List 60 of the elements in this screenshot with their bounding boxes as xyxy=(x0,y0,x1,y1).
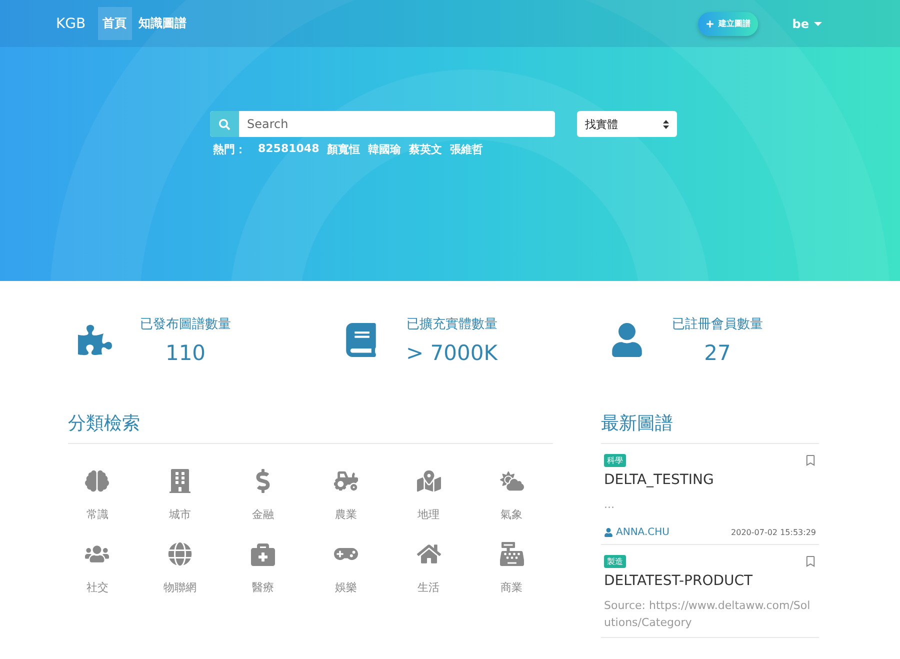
stat-value: 27 xyxy=(704,341,731,365)
nav-link[interactable]: 首頁 xyxy=(98,7,132,40)
hot-term-link[interactable]: 顏寬恒 xyxy=(327,142,360,157)
plus-icon xyxy=(706,20,714,28)
sort-arrows-icon xyxy=(663,120,669,128)
building-icon xyxy=(168,469,192,493)
category-item[interactable]: 社交 xyxy=(56,542,139,595)
category-item[interactable]: 商業 xyxy=(470,542,553,595)
caret-icon xyxy=(814,22,822,26)
globe-icon xyxy=(168,542,192,566)
graph-description: Source: https://www.deltaww.com/Solutions/Category xyxy=(604,598,812,631)
category-item[interactable]: 娛樂 xyxy=(304,542,388,595)
category-item[interactable]: 農業 xyxy=(304,469,388,522)
category-item[interactable]: 物聯網 xyxy=(138,542,222,595)
graph-title[interactable]: DELTATEST-PRODUCT xyxy=(604,573,816,589)
graph-title[interactable]: DELTA_TESTING xyxy=(604,472,816,488)
hot-term-link[interactable]: 張維哲 xyxy=(450,142,484,157)
author-link[interactable]: ANNA.CHU xyxy=(604,527,670,538)
cloud-sun-icon xyxy=(500,469,524,493)
category-item[interactable]: 金融 xyxy=(222,469,304,522)
tractor-icon xyxy=(334,469,358,493)
category-item[interactable]: 醫療 xyxy=(222,542,304,595)
house-icon xyxy=(416,542,441,566)
map-icon xyxy=(416,469,441,493)
stat-value: 110 xyxy=(165,341,206,365)
hot-label: 熱門： xyxy=(213,142,246,157)
category-item[interactable]: 城市 xyxy=(138,469,222,522)
stat-label: 已擴充實體數量 xyxy=(406,316,498,333)
brand-logo[interactable]: KGB xyxy=(56,16,86,32)
hot-term-link[interactable]: 韓國瑜 xyxy=(368,142,402,157)
user-icon xyxy=(610,323,644,357)
hot-term-link[interactable]: 蔡英文 xyxy=(409,142,442,157)
stat-value: > 7000K xyxy=(406,341,498,365)
cash-register-icon xyxy=(500,542,524,566)
nav-link[interactable]: 知識圖譜 xyxy=(134,7,192,40)
medical-case-icon xyxy=(251,542,276,566)
graph-description: ... xyxy=(604,497,616,513)
stat-label: 已發布圖譜數量 xyxy=(140,316,231,333)
hot-term-link[interactable]: 82581048 xyxy=(258,142,320,157)
user-icon xyxy=(604,528,613,537)
search-field[interactable]: Search xyxy=(210,111,555,137)
stat-label: 已註冊會員數量 xyxy=(672,316,763,333)
book-icon xyxy=(344,323,378,357)
category-item[interactable]: 常識 xyxy=(56,469,139,522)
section-title: 分類檢索 xyxy=(68,411,553,444)
category-item[interactable]: 生活 xyxy=(387,542,470,595)
category-tag: 製造 xyxy=(604,555,626,568)
section-title: 最新圖譜 xyxy=(601,411,819,444)
user-menu[interactable]: be xyxy=(786,16,828,32)
entity-select[interactable]: 找實體 xyxy=(577,111,677,137)
bookmark-icon[interactable] xyxy=(805,455,816,466)
category-tag: 科學 xyxy=(604,454,626,467)
create-graph-button[interactable]: 建立圖譜 xyxy=(698,12,758,36)
timestamp: 2020-07-02 15:53:29 xyxy=(731,528,816,537)
puzzle-icon xyxy=(78,323,112,357)
category-item[interactable]: 地理 xyxy=(387,469,470,522)
search-icon xyxy=(219,118,230,130)
category-item[interactable]: 氣象 xyxy=(470,469,553,522)
bookmark-icon[interactable] xyxy=(805,556,816,567)
brain-icon xyxy=(85,469,110,493)
